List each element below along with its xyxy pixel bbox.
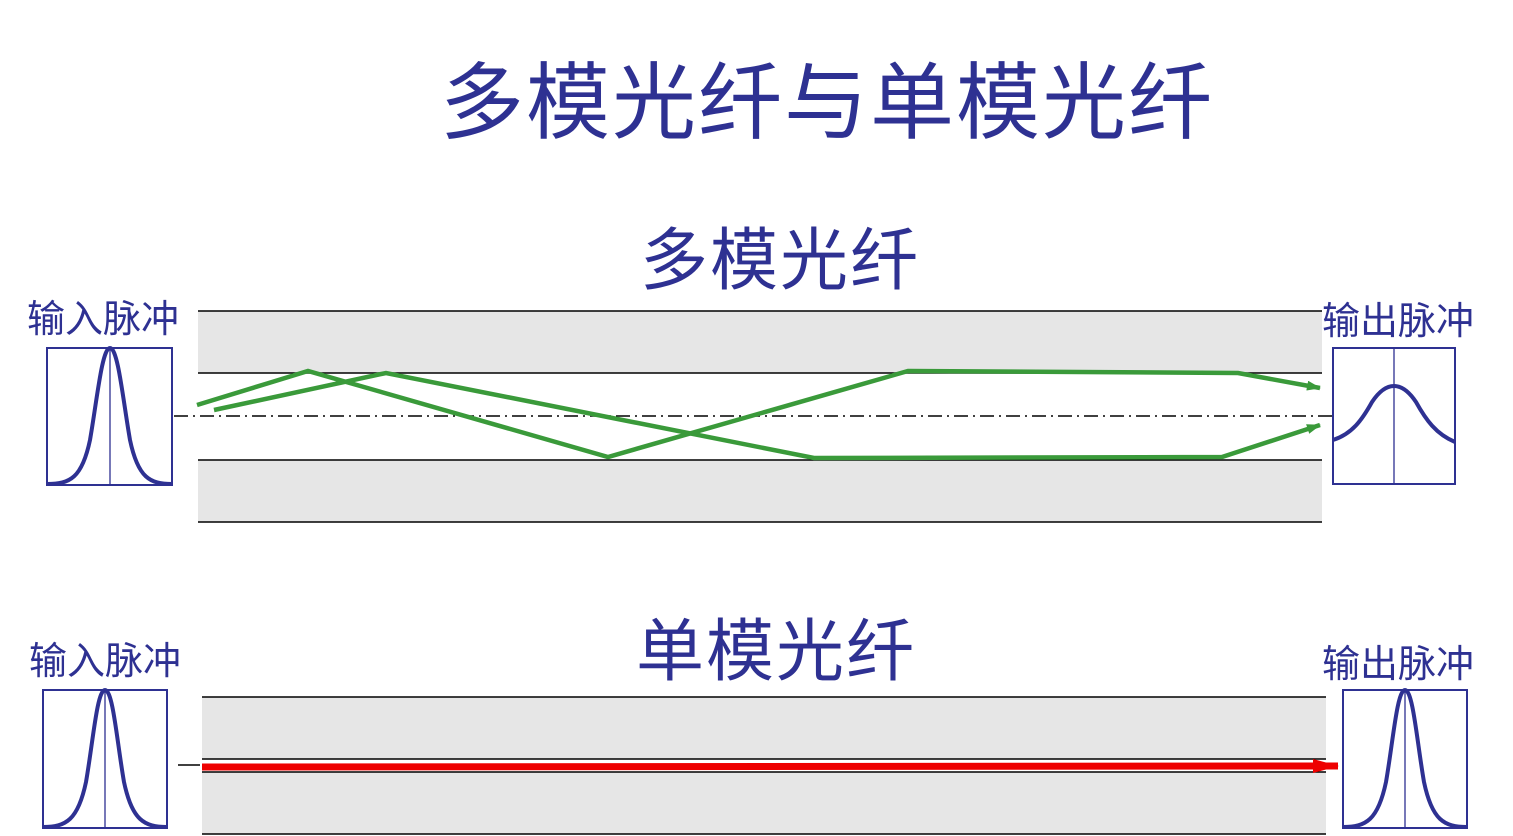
multimode-ray-1: [196, 368, 1321, 460]
singlemode-cladding-top: [202, 697, 1326, 759]
multimode-fiber: [174, 310, 1332, 523]
singlemode-ray: [201, 759, 1339, 774]
multimode-cladding-top: [198, 311, 1322, 373]
singlemode-cladding-bottom: [202, 772, 1326, 834]
singlemode-input-pulse: [42, 687, 168, 829]
multimode-input-pulse: [46, 345, 173, 486]
singlemode-fiber: [178, 696, 1339, 835]
fiber-diagram: [42, 310, 1468, 835]
singlemode-output-pulse: [1342, 687, 1468, 829]
multimode-cladding-bottom: [198, 460, 1322, 522]
multimode-output-pulse: [1332, 347, 1456, 485]
